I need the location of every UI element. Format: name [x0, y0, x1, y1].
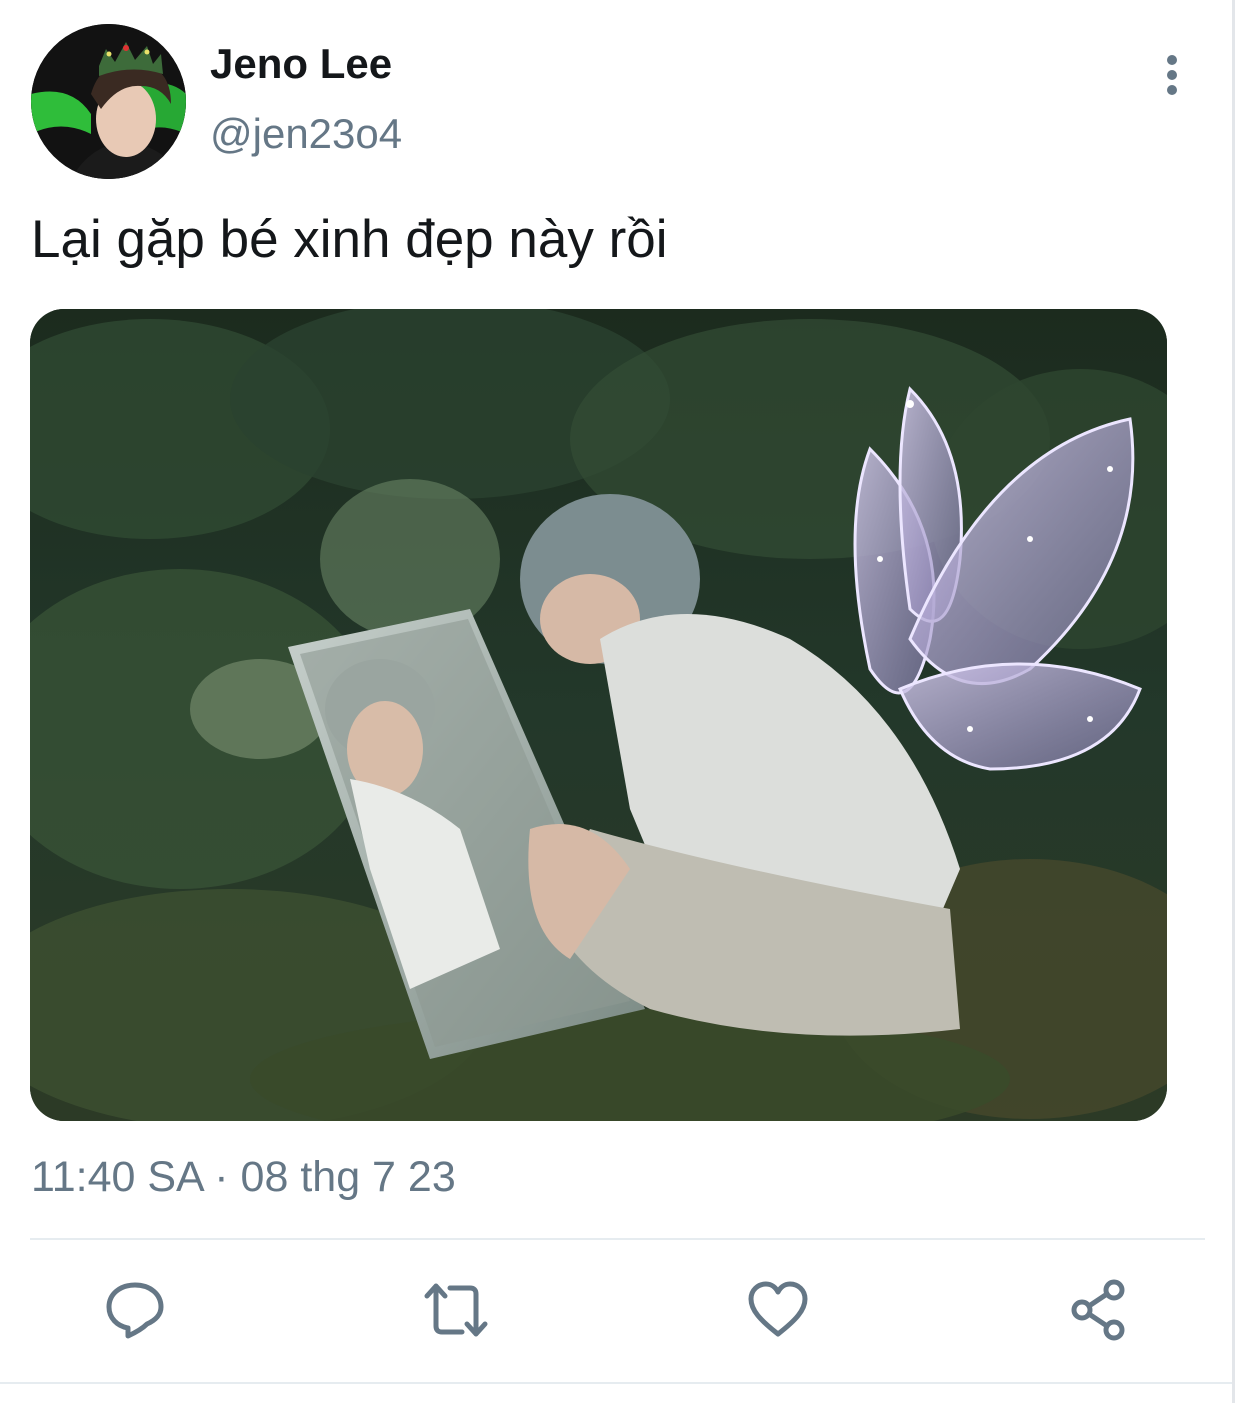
like-button[interactable]	[746, 1278, 810, 1342]
media-photo	[30, 309, 1167, 1121]
tweet-timestamp[interactable]: 11:40 SA · 08 thg 7 23	[31, 1152, 456, 1202]
author-name[interactable]: Jeno Lee	[210, 40, 392, 88]
avatar-photo	[31, 24, 186, 179]
more-vertical-icon	[1167, 55, 1177, 95]
author-handle[interactable]: @jen23o4	[210, 110, 402, 158]
more-options-button[interactable]	[1150, 50, 1194, 100]
retweet-button[interactable]	[424, 1278, 488, 1342]
reply-button[interactable]	[103, 1278, 167, 1342]
share-button[interactable]	[1068, 1278, 1132, 1342]
divider	[30, 1238, 1205, 1240]
author-avatar[interactable]	[31, 24, 186, 179]
bottom-divider	[0, 1382, 1232, 1384]
tweet-media[interactable]	[30, 309, 1167, 1121]
like-icon	[748, 1281, 808, 1337]
tweet-text: Lại gặp bé xinh đẹp này rồi	[31, 210, 668, 269]
reply-icon	[106, 1282, 164, 1339]
share-icon	[1071, 1279, 1125, 1341]
retweet-icon	[424, 1283, 488, 1337]
